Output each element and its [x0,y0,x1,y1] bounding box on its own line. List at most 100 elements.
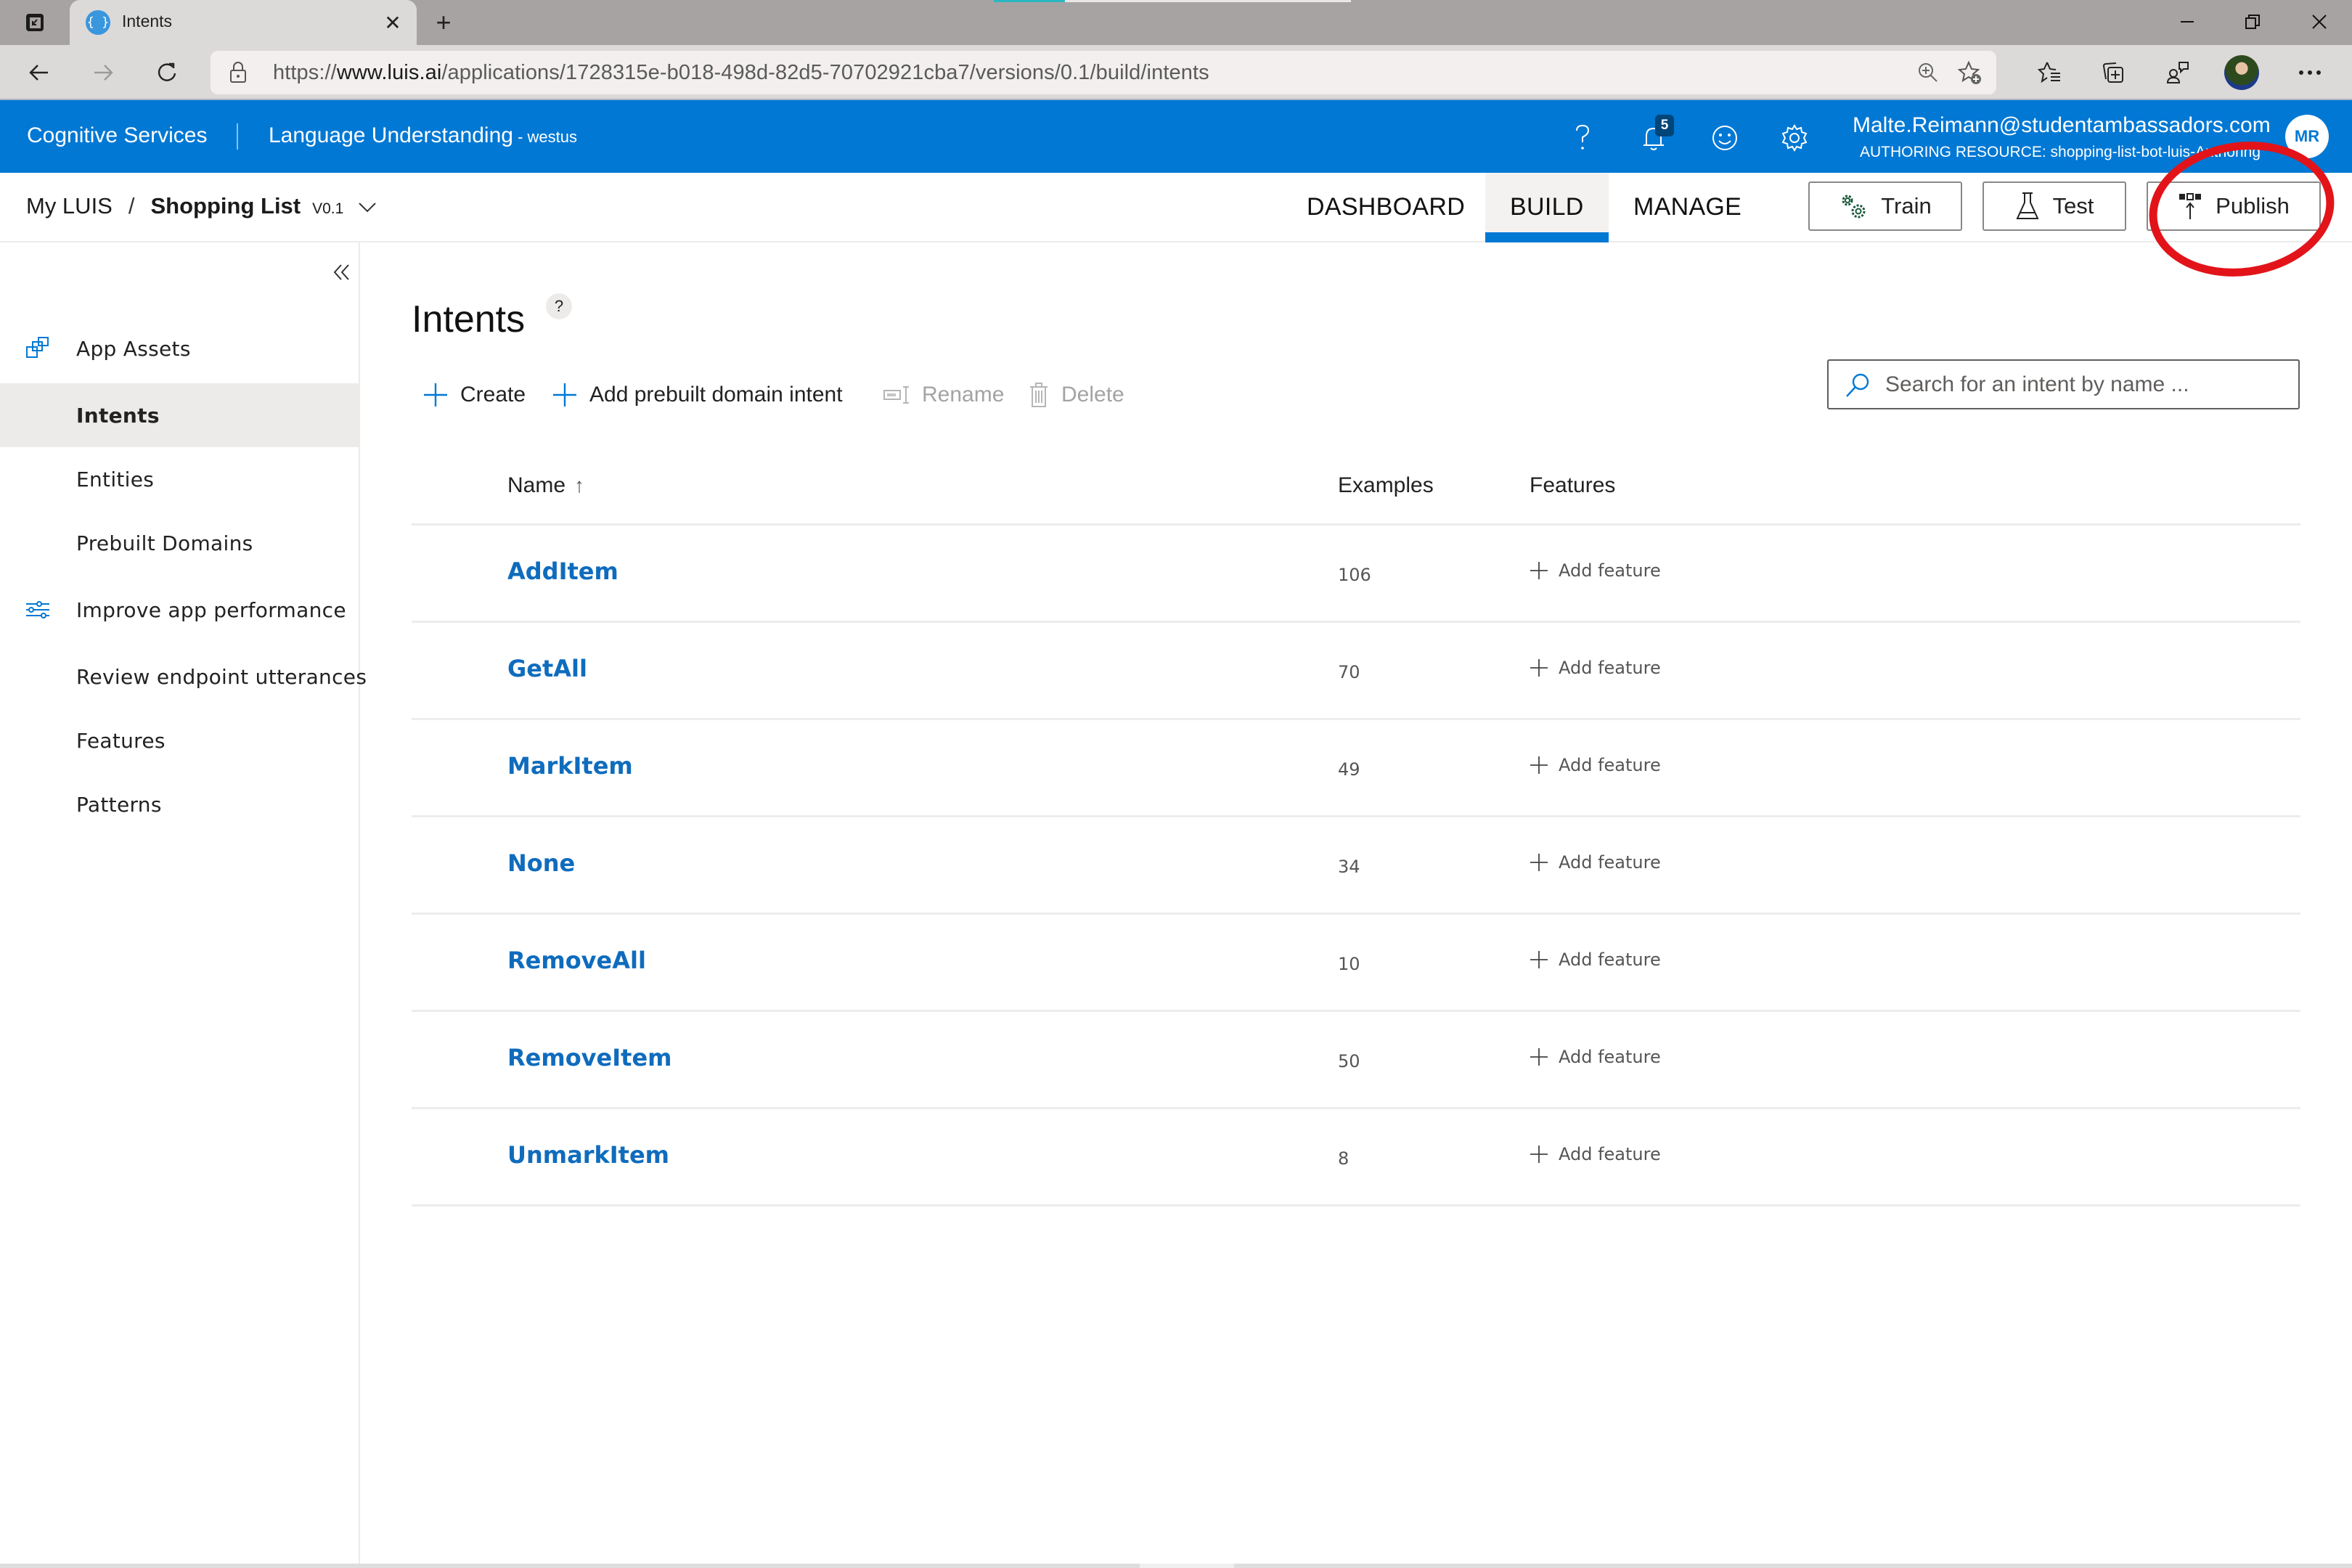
sidebar-item-review-endpoint-utterances[interactable]: Review endpoint utterances [0,645,367,709]
help-icon [1576,124,1590,150]
flask-icon [2016,192,2039,219]
add-feature-button[interactable]: Add feature [1530,560,1661,581]
intent-name-link[interactable]: UnmarkItem [507,1141,669,1169]
profile-avatar[interactable] [2224,55,2259,90]
close-window-button[interactable] [2294,6,2345,38]
minimize-button[interactable] [2162,6,2213,38]
add-feature-button[interactable]: Add feature [1530,658,1661,678]
app-header: Cognitive Services Language Understandin… [0,100,2352,173]
test-label: Test [2052,193,2094,219]
table-row[interactable]: MarkItem 49 Add feature [412,720,2300,817]
user-avatar[interactable]: MR [2285,115,2329,158]
sidebar-item-prebuilt-domains[interactable]: Prebuilt Domains [0,511,359,575]
table-row[interactable]: UnmarkItem 8 Add feature [412,1109,2300,1206]
column-header-examples[interactable]: Examples [1338,473,1434,498]
collections-button[interactable] [2096,55,2131,90]
sidebar-item-label: Prebuilt Domains [76,531,253,555]
sidebar-item-patterns[interactable]: Patterns [0,772,359,836]
sidebar-item-features[interactable]: Features [0,709,359,772]
notification-count-badge: 5 [1655,115,1674,136]
tab-dashboard[interactable]: DASHBOARD [1282,173,1490,241]
intent-name-link[interactable]: GetAll [507,655,587,682]
horizontal-scrollbar[interactable] [0,1564,2352,1568]
tab-close-button[interactable]: ✕ [379,9,407,36]
cognitive-services-link[interactable]: Cognitive Services [27,123,207,148]
add-prebuilt-domain-intent-button[interactable]: Add prebuilt domain intent [552,375,843,415]
version-dropdown-button[interactable] [358,193,377,219]
add-favorite-button[interactable] [1956,58,1985,87]
forward-icon [94,65,113,81]
breadcrumb-separator: / [128,193,135,219]
authoring-resource: AUTHORING RESOURCE: shopping-list-bot-lu… [1860,144,2261,160]
user-email[interactable]: Malte.Reimann@studentambassadors.com [1853,113,2271,138]
intents-help-button[interactable]: ? [546,293,572,319]
table-row[interactable]: RemoveAll 10 Add feature [412,915,2300,1012]
zoom-button[interactable] [1914,58,1943,87]
intent-name-link[interactable]: RemoveItem [507,1044,671,1071]
scrollbar-thumb[interactable] [1140,1564,1234,1568]
intent-search-box[interactable] [1827,359,2300,409]
favorites-button[interactable] [2033,55,2067,90]
notifications-button[interactable]: 5 [1635,115,1674,157]
tab-actions-button[interactable] [22,10,48,35]
train-label: Train [1881,193,1932,219]
sidebar-item-app-assets[interactable]: App Assets [0,317,359,380]
table-row[interactable]: AddItem 106 Add feature [412,526,2300,623]
plus-icon [424,383,447,407]
restore-button[interactable] [2227,6,2278,38]
column-header-name[interactable]: Name ↑ [507,473,584,498]
tab-title: Intents [122,12,173,30]
product-name[interactable]: Language Understanding - westus [269,123,577,148]
add-feature-button[interactable]: Add feature [1530,1047,1661,1067]
table-row[interactable]: None 34 Add feature [412,817,2300,915]
new-tab-button[interactable]: + [428,7,459,38]
sidebar-item-label: Improve app performance [76,597,346,622]
tab-manage[interactable]: MANAGE [1609,173,1766,241]
add-feature-button[interactable]: Add feature [1530,852,1661,873]
plus-icon [1530,951,1548,968]
chevron-down-icon [359,203,377,213]
table-body: AddItem 106 Add feature GetAll 70 Add feature… [412,526,2300,1206]
back-button[interactable] [20,54,58,91]
favorites-icon [2038,62,2060,83]
browser-tab-intents[interactable]: { } Intents ✕ [70,0,417,45]
examples-count: 70 [1338,662,1360,682]
collapse-sidebar-button[interactable] [328,258,356,286]
train-button[interactable]: Train [1808,181,1962,231]
share-button[interactable] [2160,55,2195,90]
sliders-icon [26,601,49,618]
sidebar-item-improve-app-performance[interactable]: Improve app performance [0,578,359,642]
publish-button[interactable]: Publish [2147,181,2321,231]
page-title: Intents [412,298,526,340]
sidebar-item-intents[interactable]: Intents [0,383,359,447]
intent-name-link[interactable]: AddItem [507,558,618,585]
rename-button[interactable]: Rename [883,375,1004,415]
add-feature-button[interactable]: Add feature [1530,950,1661,970]
help-button[interactable] [1564,119,1601,157]
address-bar[interactable]: https://www.luis.ai/applications/1728315… [211,51,1996,94]
intent-name-link[interactable]: None [507,849,575,877]
feedback-button[interactable] [1706,119,1744,157]
intent-name-link[interactable]: RemoveAll [507,947,646,974]
breadcrumb-my-luis[interactable]: My LUIS [26,193,113,219]
intent-name-link[interactable]: MarkItem [507,752,633,780]
url-scheme: https:// [273,61,337,84]
table-row[interactable]: RemoveItem 50 Add feature [412,1012,2300,1109]
delete-button[interactable]: Delete [1028,375,1124,415]
more-button[interactable] [2292,55,2327,90]
tab-build[interactable]: BUILD [1485,173,1609,242]
refresh-button[interactable] [148,54,186,91]
create-intent-button[interactable]: Create [422,375,526,415]
sidebar-item-entities[interactable]: Entities [0,447,359,511]
test-button[interactable]: Test [1983,181,2126,231]
forward-button[interactable] [84,54,122,91]
loading-progress-fill [994,0,1066,2]
add-feature-button[interactable]: Add feature [1530,755,1661,775]
url-text[interactable]: https://www.luis.ai/applications/1728315… [273,61,1209,85]
table-row[interactable]: GetAll 70 Add feature [412,623,2300,720]
intent-search-input[interactable] [1885,368,2284,401]
settings-button[interactable] [1776,119,1813,157]
app-subbar: My LUIS / Shopping List V0.1 DASHBOARD B… [0,173,2352,242]
add-feature-button[interactable]: Add feature [1530,1144,1661,1164]
sidebar-item-label: Entities [76,467,155,491]
